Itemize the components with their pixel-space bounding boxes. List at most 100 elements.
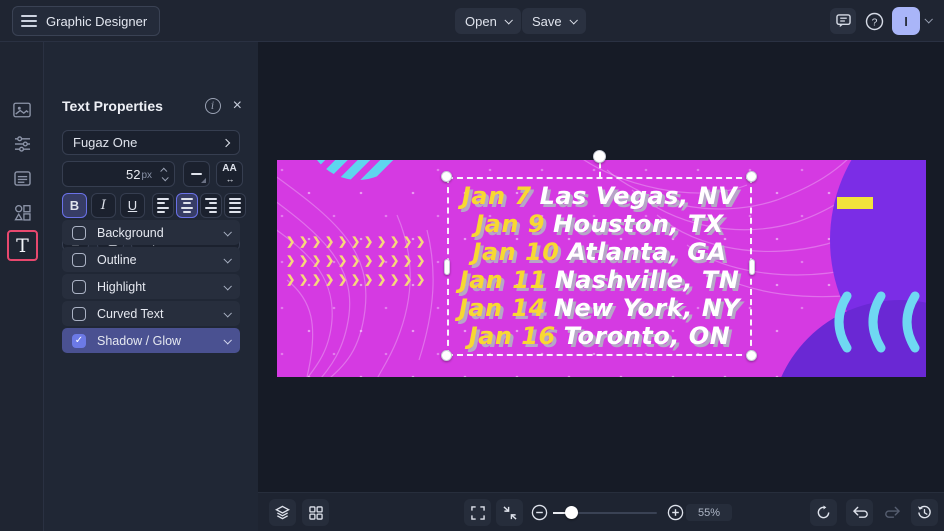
sidebar-item-images[interactable]	[8, 96, 36, 124]
arrow-chevron-icon: ❯	[416, 236, 426, 248]
sidebar-item-adjust[interactable]	[8, 130, 36, 158]
checkbox-unchecked[interactable]	[72, 225, 86, 240]
resize-handle-middle-left[interactable]	[444, 259, 450, 275]
grid-icon	[308, 505, 323, 520]
panel-title: Text Properties	[62, 98, 163, 114]
line-height-button[interactable]	[183, 161, 210, 187]
checkbox-checked[interactable]: ✓	[72, 333, 86, 348]
chevron-down-icon	[223, 308, 232, 318]
italic-button[interactable]: I	[91, 193, 116, 218]
user-avatar[interactable]: I	[892, 7, 920, 35]
redo-button[interactable]	[879, 499, 906, 526]
checkbox-unchecked[interactable]	[72, 279, 86, 294]
align-right-button[interactable]	[200, 193, 222, 218]
chevron-down-icon	[569, 16, 578, 25]
arrow-chevron-icon: ❯	[403, 274, 413, 286]
open-button[interactable]: Open	[455, 8, 521, 34]
arrow-chevron-icon: ❯	[325, 236, 335, 248]
selection-box[interactable]	[447, 177, 752, 356]
zoom-slider[interactable]	[553, 506, 657, 519]
arrow-chevron-icon: ❯	[377, 236, 387, 248]
zoom-in-button[interactable]	[662, 499, 689, 526]
arrow-chevron-icon: ❯	[325, 274, 335, 286]
arrow-chevron-icon: ❯	[351, 236, 361, 248]
account-chevron-down-icon[interactable]	[924, 15, 933, 24]
letter-spacing-button[interactable]: AA ↔	[216, 161, 243, 187]
arrow-chevron-icon: ❯	[390, 274, 400, 286]
chevron-down-icon	[223, 281, 232, 291]
resize-handle-bottom-left[interactable]	[441, 350, 452, 361]
expand-icon	[470, 505, 485, 520]
sidebar-item-text[interactable]: T	[7, 230, 38, 261]
layers-button[interactable]	[269, 499, 296, 526]
arrow-chevron-icon: ❯	[338, 255, 348, 267]
align-justify-button[interactable]	[224, 193, 246, 218]
font-size-stepper[interactable]	[154, 162, 174, 186]
arrow-chevron-icon: ❯	[299, 274, 309, 286]
minus-circle-icon	[531, 504, 548, 521]
font-size-input[interactable]: 52 px	[62, 161, 175, 187]
bold-button[interactable]: B	[62, 193, 87, 218]
main-menu-button[interactable]: Graphic Designer	[12, 6, 161, 36]
toggle-shadow-glow[interactable]: ✓ Shadow / Glow	[62, 328, 240, 353]
zoom-out-button[interactable]	[526, 499, 553, 526]
resize-handle-top-left[interactable]	[441, 171, 452, 182]
rotate-handle[interactable]	[593, 150, 606, 163]
arrow-pattern-decoration[interactable]: ❯ ❯ ❯ ❯ ❯ ❯ ❯ ❯ ❯ ❯ ❯ ❯ ❯ ❯ ❯ ❯ ❯ ❯ ❯ ❯ ❯ ❯ ❯ ❯ ❯ ❯ ❯ ❯ ❯ ❯ ❯ ❯ ❯	[286, 236, 426, 287]
feedback-button[interactable]	[830, 8, 856, 34]
chevron-down-icon	[223, 335, 232, 345]
arrow-chevron-icon: ❯	[299, 236, 309, 248]
resize-handle-top-right[interactable]	[746, 171, 757, 182]
close-icon[interactable]: ×	[233, 98, 242, 114]
arrow-chevron-icon: ❯	[286, 236, 296, 248]
zoom-level-value[interactable]: 55%	[686, 504, 732, 521]
resize-handle-middle-right[interactable]	[749, 259, 755, 275]
fullscreen-button[interactable]	[464, 499, 491, 526]
arrow-chevron-icon: ❯	[377, 255, 387, 267]
fit-to-screen-button[interactable]	[496, 499, 523, 526]
redo-icon	[884, 506, 900, 518]
info-icon[interactable]: i	[204, 98, 221, 114]
flyout-corner-icon	[201, 178, 206, 183]
undo-button[interactable]	[846, 499, 873, 526]
refresh-button[interactable]	[810, 499, 837, 526]
checkbox-unchecked[interactable]	[72, 306, 86, 321]
top-bar: Graphic Designer Open Save ? I	[0, 0, 944, 42]
toggle-background[interactable]: Background	[62, 220, 240, 245]
toggle-curved-text[interactable]: Curved Text	[62, 301, 240, 326]
arrow-chevron-icon: ❯	[364, 274, 374, 286]
underline-button[interactable]: U	[120, 193, 145, 218]
comment-icon	[835, 14, 851, 28]
arrow-chevron-icon: ❯	[364, 236, 374, 248]
zoom-slider-knob[interactable]	[565, 506, 578, 519]
sidebar-item-objects[interactable]	[8, 198, 36, 226]
align-center-button[interactable]	[176, 193, 198, 218]
image-icon	[13, 102, 31, 118]
arrow-chevron-icon: ❯	[390, 236, 400, 248]
svg-text:?: ?	[871, 17, 877, 28]
text-lines-icon	[13, 170, 31, 186]
pages-grid-button[interactable]	[302, 499, 329, 526]
stepper-up-icon	[159, 167, 167, 175]
arrow-chevron-icon: ❯	[364, 255, 374, 267]
font-family-select[interactable]: Fugaz One	[62, 130, 240, 155]
toggle-highlight[interactable]: Highlight	[62, 274, 240, 299]
shapes-icon	[13, 204, 31, 221]
arrow-chevron-icon: ❯	[312, 274, 322, 286]
help-icon: ?	[865, 12, 883, 30]
history-button[interactable]	[911, 499, 938, 526]
resize-handle-bottom-right[interactable]	[746, 350, 757, 361]
arrow-chevron-icon: ❯	[351, 255, 361, 267]
cyan-arcs-decoration[interactable]	[829, 290, 926, 360]
toggle-outline[interactable]: Outline	[62, 247, 240, 272]
undo-icon	[852, 506, 868, 518]
checkbox-unchecked[interactable]	[72, 252, 86, 267]
sliders-icon	[14, 136, 30, 152]
arrow-chevron-icon: ❯	[390, 255, 400, 267]
align-left-button[interactable]	[152, 193, 174, 218]
help-button[interactable]: ?	[861, 8, 887, 34]
save-button[interactable]: Save	[522, 8, 586, 34]
sidebar-item-templates[interactable]	[8, 164, 36, 192]
yellow-bar-decoration[interactable]	[837, 197, 873, 209]
arrow-chevron-icon: ❯	[403, 236, 413, 248]
